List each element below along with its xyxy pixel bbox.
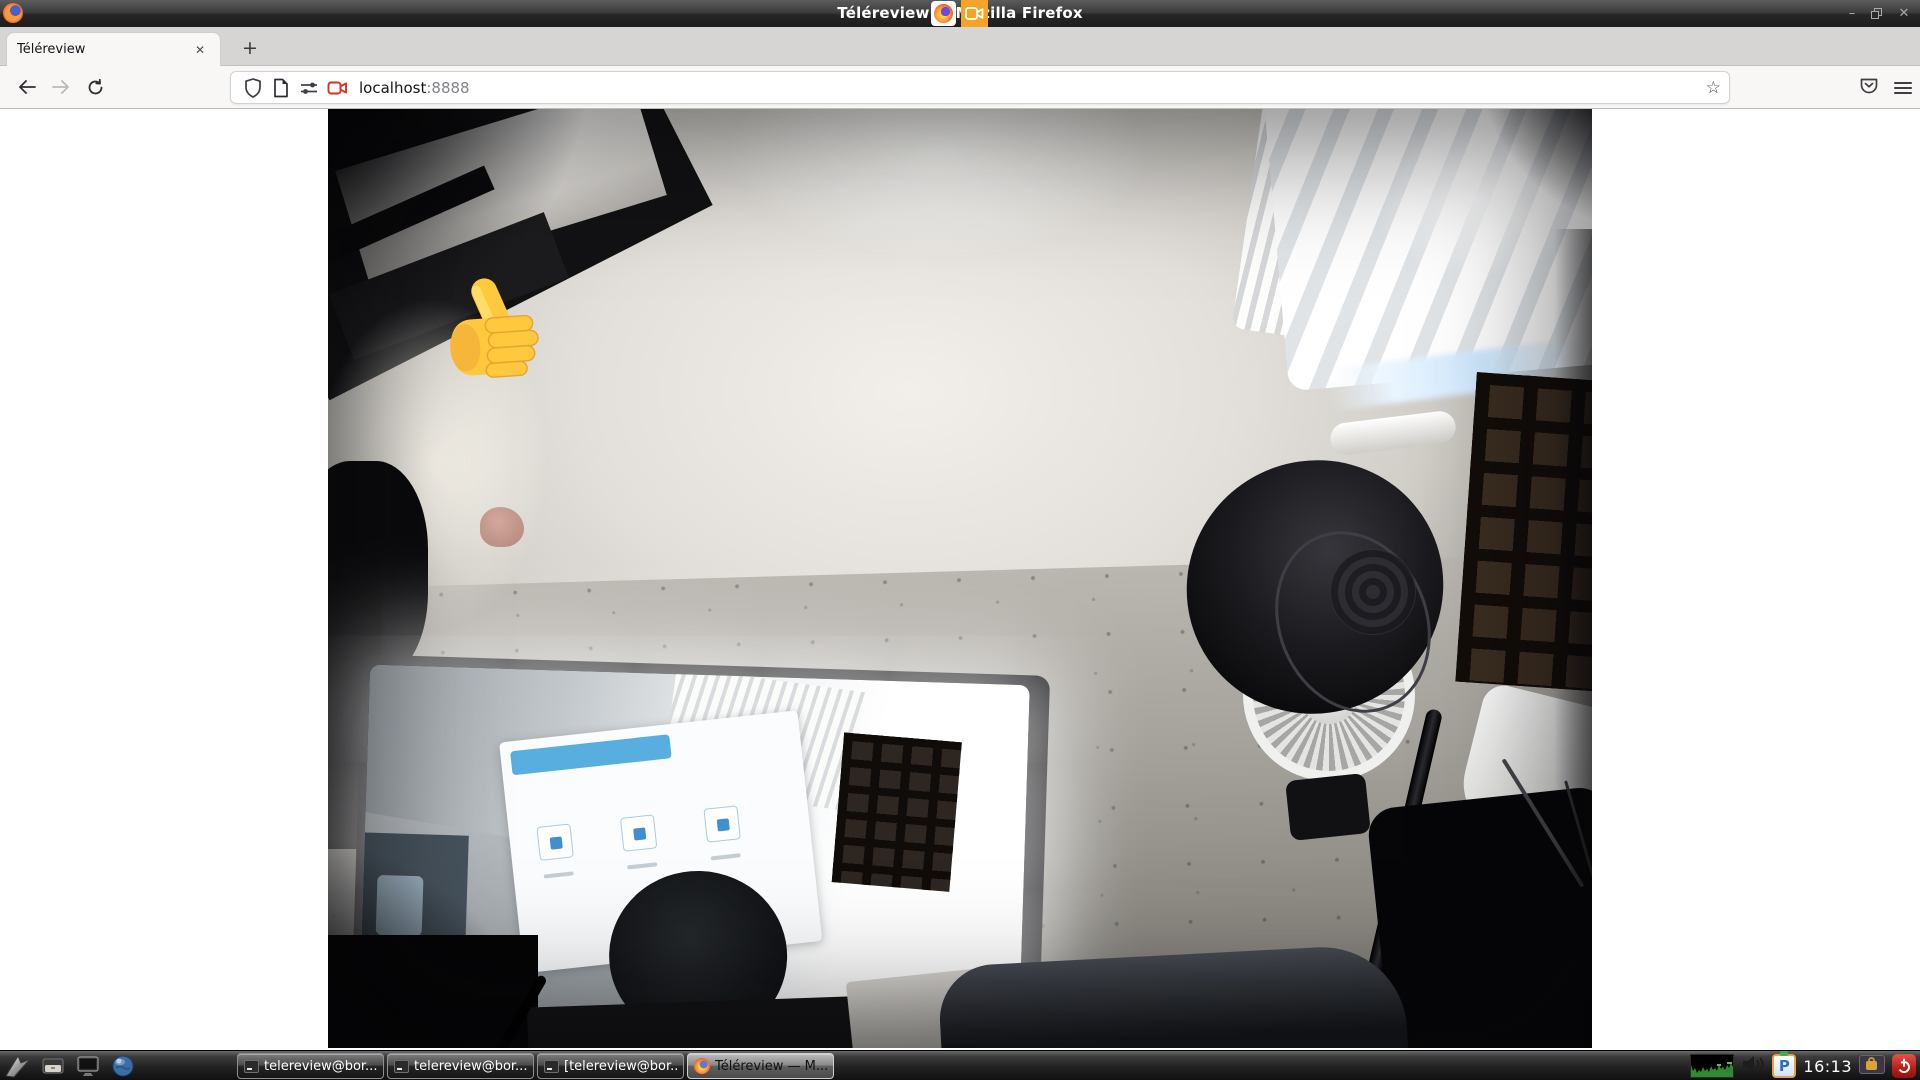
tab-label: Téléreview xyxy=(17,42,190,57)
permissions-icon[interactable] xyxy=(295,76,323,100)
camera-in-use-icon[interactable] xyxy=(323,76,351,100)
back-button[interactable] xyxy=(10,71,44,103)
terminal-icon xyxy=(244,1060,259,1073)
taskbar-launchers xyxy=(0,1053,137,1079)
restore-button[interactable] xyxy=(1870,6,1886,22)
forward-button[interactable] xyxy=(44,71,78,103)
pocket-icon[interactable] xyxy=(1858,75,1880,101)
taskbar-button-label: Téléreview — M... xyxy=(715,1059,827,1074)
taskbar: telereview@bor... telereview@bor... [tel… xyxy=(0,1050,1920,1080)
terminal-icon xyxy=(394,1060,409,1073)
taskbar-button-terminal-2[interactable]: telereview@bor... xyxy=(387,1053,534,1079)
taskbar-button-terminal-3[interactable]: [telereview@bor... xyxy=(537,1053,684,1079)
window-titlebar: Téléreview — Mozilla Firefox – ✕ xyxy=(0,0,1920,27)
webcam-feed xyxy=(328,109,1592,1048)
window-controls: – ✕ xyxy=(1844,0,1912,27)
window-list: telereview@bor... telereview@bor... [tel… xyxy=(237,1053,834,1079)
window-title: Téléreview — Mozilla Firefox xyxy=(0,4,1920,22)
tab-strip: Téléreview ✕ + xyxy=(0,27,1920,66)
reload-button[interactable] xyxy=(78,71,112,103)
tab-close-icon[interactable]: ✕ xyxy=(190,40,210,60)
page-icon[interactable] xyxy=(267,76,295,100)
app-finder-icon[interactable] xyxy=(4,1053,32,1079)
taskbar-button-label: telereview@bor... xyxy=(414,1059,527,1074)
thumbs-up-emoji xyxy=(432,271,548,390)
power-icon[interactable] xyxy=(1892,1054,1916,1078)
close-button[interactable]: ✕ xyxy=(1896,6,1912,22)
clipboard-manager-icon[interactable]: P xyxy=(1772,1054,1796,1078)
bookmark-star-icon[interactable]: ☆ xyxy=(1706,78,1721,98)
page-content xyxy=(0,109,1920,1050)
system-tray: P 16:13 xyxy=(1690,1051,1916,1080)
url-text: localhost:8888 xyxy=(359,79,470,97)
taskbar-button-terminal-1[interactable]: telereview@bor... xyxy=(237,1053,384,1079)
taskbar-button-label: telereview@bor... xyxy=(264,1059,377,1074)
url-port: :8888 xyxy=(426,79,469,97)
minimize-button[interactable]: – xyxy=(1844,6,1860,22)
terminal-icon[interactable] xyxy=(74,1053,102,1079)
terminal-icon xyxy=(544,1060,559,1073)
fisheye-vignette xyxy=(328,109,1592,1048)
url-host: localhost xyxy=(359,79,426,97)
firefox-icon xyxy=(931,1,956,26)
menu-icon[interactable] xyxy=(1894,82,1912,94)
desktop: Téléreview — Mozilla Firefox – ✕ Télérev… xyxy=(0,0,1920,1080)
taskbar-button-firefox[interactable]: Téléreview — M... xyxy=(687,1053,834,1079)
toolbar-right xyxy=(1858,71,1912,104)
browser-globe-icon[interactable] xyxy=(109,1053,137,1079)
navigation-toolbar: localhost:8888 ☆ xyxy=(0,66,1920,109)
shield-icon[interactable] xyxy=(239,76,267,100)
file-manager-icon[interactable] xyxy=(39,1053,67,1079)
volume-icon[interactable] xyxy=(1741,1054,1765,1078)
cpu-graph[interactable] xyxy=(1690,1054,1734,1078)
camera-sharing-icon[interactable] xyxy=(961,0,988,27)
lock-screen-icon[interactable] xyxy=(1859,1055,1885,1077)
clock[interactable]: 16:13 xyxy=(1803,1057,1852,1076)
firefox-icon xyxy=(694,1058,710,1074)
taskbar-button-label: [telereview@bor... xyxy=(564,1059,677,1074)
new-tab-button[interactable]: + xyxy=(236,35,264,63)
url-bar[interactable]: localhost:8888 ☆ xyxy=(230,71,1730,104)
tab-telereview[interactable]: Téléreview ✕ xyxy=(6,32,221,66)
